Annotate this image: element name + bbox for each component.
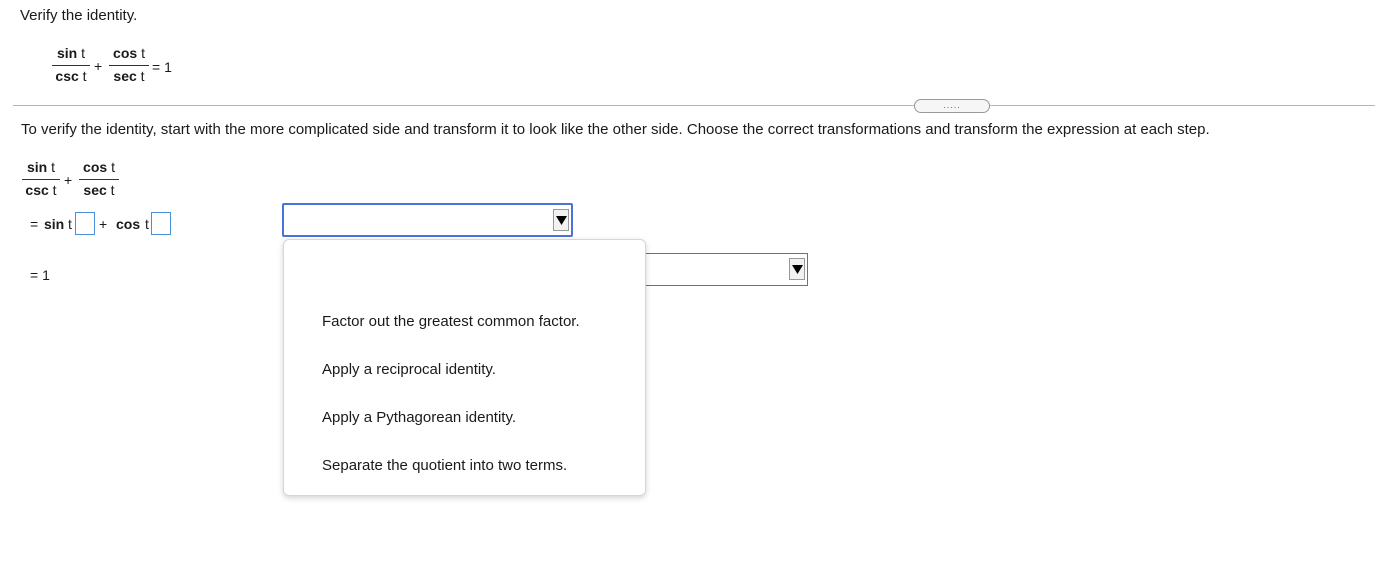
var-t: t [81, 45, 85, 61]
fraction-bar [22, 179, 60, 180]
fraction-bar [52, 65, 90, 66]
fn-cos: cos [116, 216, 141, 232]
fn-sec: sec [113, 68, 137, 84]
step1-blank-1[interactable] [75, 212, 95, 235]
plus-sign: + [99, 216, 108, 232]
plus-sign: + [64, 172, 73, 188]
var-t: t [110, 182, 115, 198]
option-reciprocal-identity[interactable]: Apply a reciprocal identity. [322, 361, 496, 378]
section-divider [13, 105, 1375, 106]
fn-csc: csc [55, 68, 79, 84]
var-t: t [111, 159, 115, 175]
fraction-cos-over-sec: cos t sec t [109, 45, 149, 85]
fn-cos: cos [113, 45, 138, 61]
fraction-cos-over-sec: cos t sec t [79, 159, 119, 199]
var-t: t [145, 216, 149, 232]
fraction-bar [109, 65, 149, 66]
option-pythagorean-identity[interactable]: Apply a Pythagorean identity. [322, 409, 516, 426]
step1-transformation-select[interactable] [282, 203, 573, 237]
var-t: t [52, 182, 57, 198]
fn-csc: csc [25, 182, 49, 198]
fraction-bar [79, 179, 119, 180]
chevron-down-icon[interactable] [553, 209, 569, 231]
var-t: t [141, 45, 145, 61]
fn-sec: sec [83, 182, 107, 198]
more-button[interactable]: ..... [914, 99, 990, 113]
fraction-sin-over-csc: sin t csc t [22, 159, 60, 199]
var-t: t [82, 68, 87, 84]
var-t: t [140, 68, 145, 84]
step1-blank-2[interactable] [151, 212, 171, 235]
fn-sin: sin [56, 45, 78, 61]
equals-one: = 1 [152, 59, 172, 75]
step2-equals-one: = 1 [30, 267, 50, 283]
fn-cos: cos [83, 159, 108, 175]
var-t: t [68, 216, 72, 232]
fn-sin: sin [44, 216, 65, 232]
var-t: t [51, 159, 55, 175]
option-factor-gcf[interactable]: Factor out the greatest common factor. [322, 313, 580, 330]
question-prompt: Verify the identity. [20, 7, 138, 24]
chevron-down-icon[interactable] [789, 258, 805, 280]
equals-sign: = [30, 216, 39, 232]
fn-sin: sin [26, 159, 48, 175]
transformation-options-list: Factor out the greatest common factor. A… [283, 239, 646, 496]
instruction-text: To verify the identity, start with the m… [21, 121, 1210, 138]
option-separate-quotient[interactable]: Separate the quotient into two terms. [322, 457, 567, 474]
plus-sign: + [94, 58, 103, 74]
fraction-sin-over-csc: sin t csc t [52, 45, 90, 85]
